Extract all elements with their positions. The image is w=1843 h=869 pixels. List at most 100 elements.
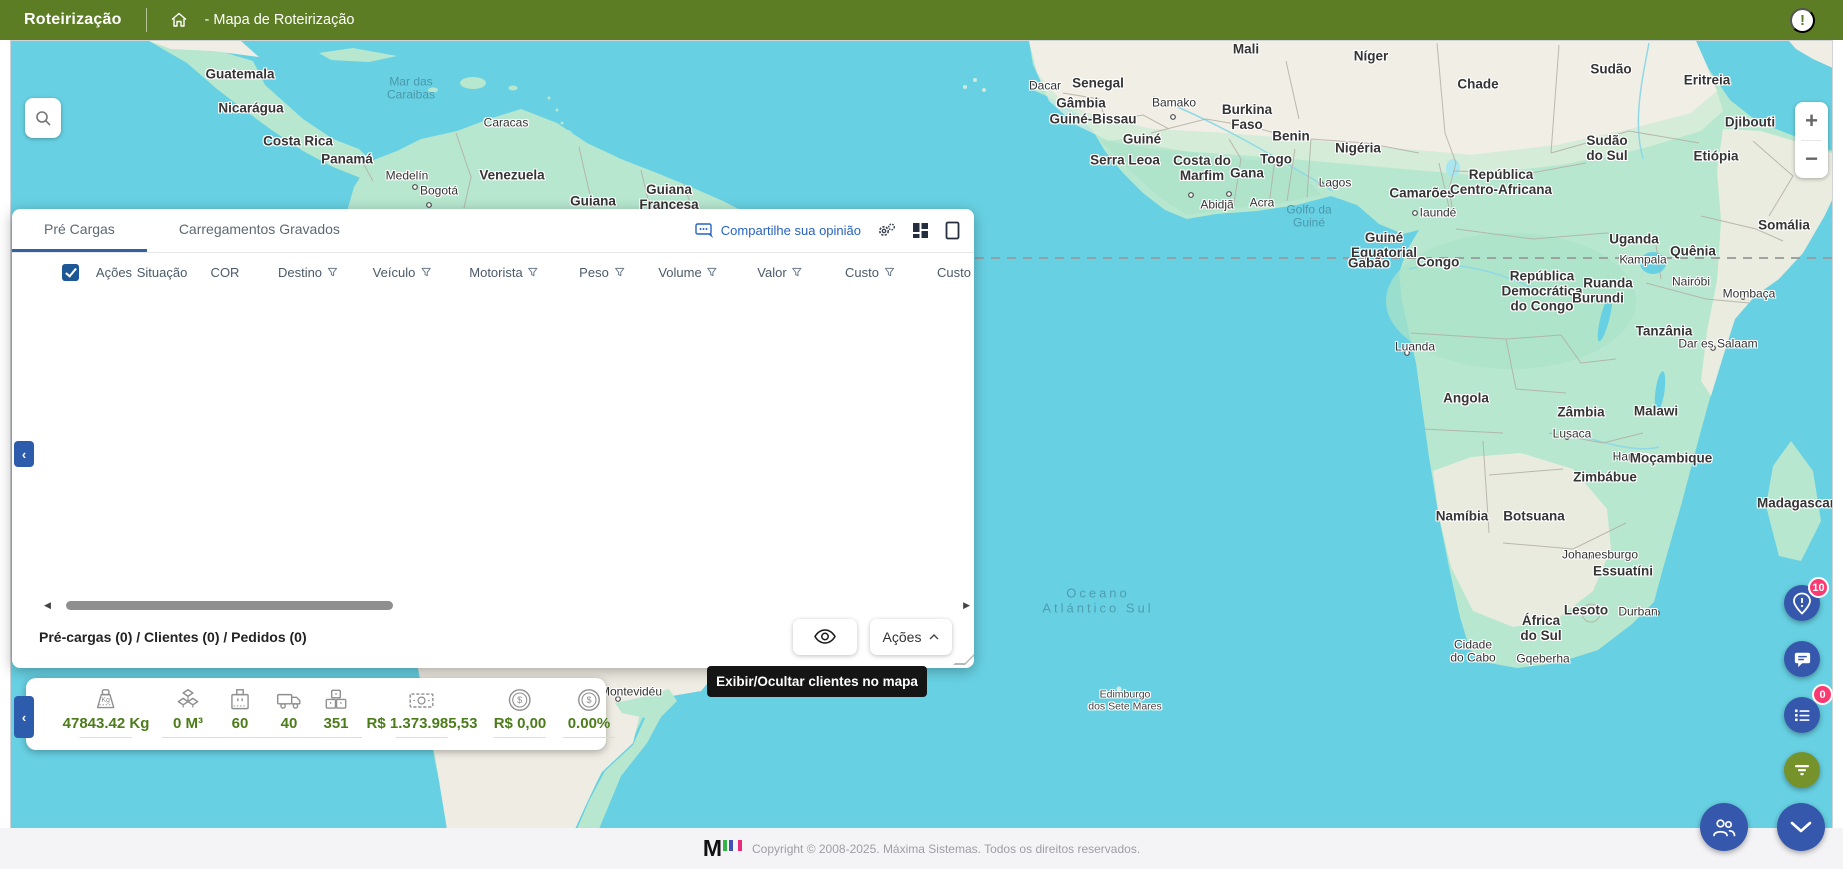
column-header[interactable]: Destino [278,265,338,280]
stat-item: 40 [263,686,315,738]
filter-funnel-icon[interactable] [792,267,803,278]
stat-underline [310,737,362,738]
column-header[interactable]: Volume [658,265,717,280]
stat-item: 60 [214,686,266,738]
layout-grid-button[interactable] [912,222,929,239]
stat-item: 0 M³ [162,686,214,738]
horizontal-scrollbar: ◀ ▶ [12,597,974,613]
panel-footer: Pré-cargas (0) / Clientes (0) / Pedidos … [12,613,974,660]
column-header[interactable]: COR [211,265,240,280]
column-label: Situação [137,265,188,280]
column-label: Ações [96,265,132,280]
column-label: Volume [658,265,701,280]
totals-summary: Pré-cargas (0) / Clientes (0) / Pedidos … [39,629,307,645]
column-header[interactable]: Valor [757,265,802,280]
map-zoom-control: + − [1795,102,1828,178]
stat-icon [92,686,120,714]
filter-funnel-icon[interactable] [707,267,718,278]
stat-icon [408,686,436,714]
stat-value: 0.00% [568,715,611,732]
page-footer: M Copyright © 2008-2025. Máxima Sistemas… [0,828,1843,869]
breadcrumb: - Mapa de Roteirização [205,12,355,28]
chevron-down-icon [1790,821,1812,833]
chat-button[interactable] [1784,641,1820,677]
settings-button[interactable] [877,222,896,240]
zoom-in-button[interactable]: + [1795,102,1828,140]
panel-tab[interactable]: Pré Cargas [12,209,147,252]
stat-item: R$ 0,00 [494,686,547,738]
search-icon [35,110,52,127]
stat-value: R$ 0,00 [494,715,547,732]
logo-bar-pink [738,840,742,851]
dashboard-grid-icon [912,222,929,239]
panel-collapse-button[interactable]: ‹ [14,441,34,467]
stat-icon [174,686,202,714]
stat-underline [80,737,132,738]
column-header[interactable]: Ações [96,265,132,280]
scrollbar-thumb[interactable] [66,601,393,610]
chevron-up-icon [929,634,939,640]
panel-tab[interactable]: Carregamentos Gravados [147,209,372,252]
column-header[interactable]: Custo [937,265,974,280]
scroll-left-arrow[interactable]: ◀ [40,597,55,613]
filter-funnel-icon[interactable] [420,267,431,278]
feedback-link[interactable]: Compartilhe sua opinião [695,223,861,239]
window-icon [945,221,960,240]
stat-value: 0 M³ [173,715,203,732]
totals-statsbar: 47843.42 Kg 0 M³ 60 40 351 R$ 1.373.985,… [26,678,606,750]
app-title: Roteirização [24,11,122,29]
actions-menu-button[interactable]: Ações [870,619,952,655]
home-icon[interactable] [169,10,189,30]
filter-button[interactable] [1784,752,1820,788]
pin-badge: 10 [1808,577,1829,598]
column-header[interactable]: Situação [137,265,188,280]
stat-underline [494,737,546,738]
stat-value: 47843.42 Kg [63,715,150,732]
clients-button[interactable] [1700,803,1748,851]
alert-button[interactable]: ! [1790,8,1815,33]
stat-underline [214,737,266,738]
list-badge: 0 [1812,684,1833,705]
stat-icon [226,686,254,714]
gears-icon [877,222,896,240]
logo-bar-blue [729,840,733,851]
column-header[interactable]: Motorista [469,265,538,280]
header-divider [146,8,147,32]
window-button[interactable] [945,221,960,240]
maxima-logo-letter: M [703,838,721,859]
column-header[interactable]: Veículo [373,265,432,280]
expand-button[interactable] [1777,803,1825,851]
scroll-right-arrow[interactable]: ▶ [959,597,974,613]
column-header[interactable]: Peso [579,265,625,280]
toggle-clients-button[interactable] [793,619,857,655]
stat-underline [162,737,214,738]
map-search-button[interactable] [25,98,61,138]
list-icon [1792,705,1812,725]
stat-item: 47843.42 Kg [63,686,150,738]
stat-icon [275,686,303,714]
scrollbar-track[interactable] [55,601,953,610]
precargas-panel: Pré CargasCarregamentos Gravados Compart… [12,209,974,668]
zoom-out-button[interactable]: − [1795,141,1828,179]
filter-funnel-icon[interactable] [614,267,625,278]
feedback-label: Compartilhe sua opinião [721,223,861,238]
stat-item: R$ 1.373.985,53 [367,686,478,738]
column-label: Valor [757,265,786,280]
panel-toolbar: Compartilhe sua opinião [695,209,960,252]
column-header[interactable]: Custo [845,265,895,280]
filter-lines-icon [1793,762,1811,778]
stat-value: 60 [232,715,249,732]
stat-underline [563,737,615,738]
stat-value: 40 [281,715,298,732]
stat-underline [396,737,448,738]
column-label: Veículo [373,265,416,280]
select-all-checkbox[interactable] [62,264,79,281]
filter-funnel-icon[interactable] [884,267,895,278]
filter-funnel-icon[interactable] [528,267,539,278]
column-label: Custo [937,265,971,280]
statsbar-collapse-button[interactable]: ‹ [14,696,34,738]
filter-funnel-icon[interactable] [327,267,338,278]
clients-tooltip: Exibir/Ocultar clientes no mapa [707,666,927,697]
column-label: Peso [579,265,609,280]
copyright-text: Copyright © 2008-2025. Máxima Sistemas. … [752,842,1140,856]
